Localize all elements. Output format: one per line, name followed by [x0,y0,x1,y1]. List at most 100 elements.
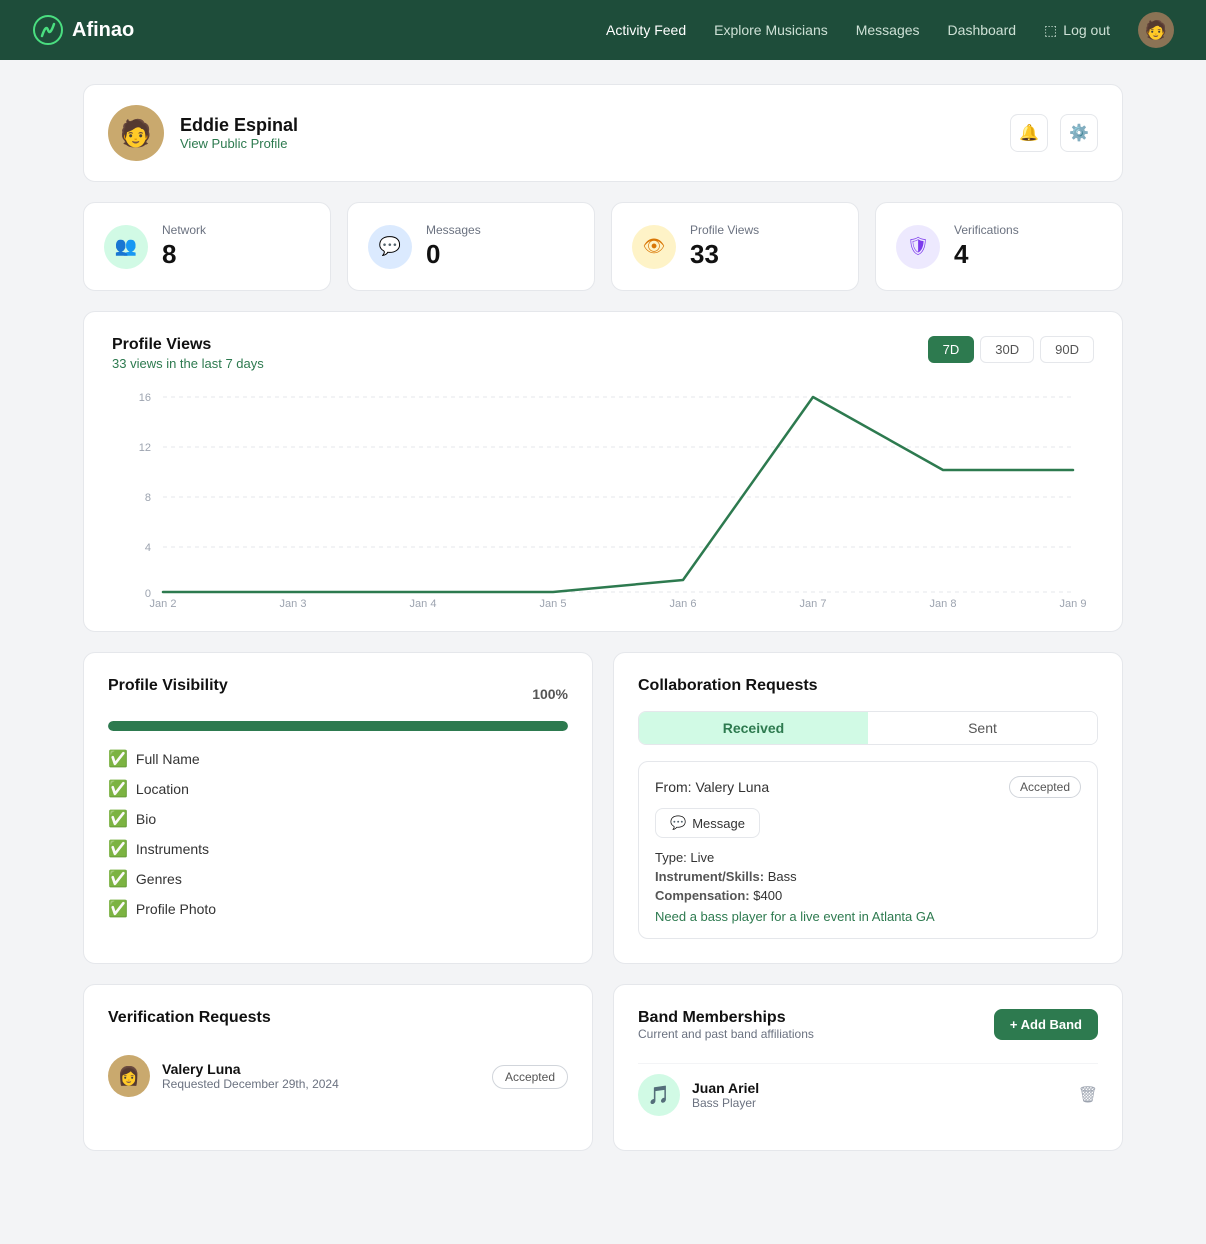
verif-badge-wrap: Accepted [492,1068,568,1084]
nav-dashboard[interactable]: Dashboard [948,22,1017,38]
stat-info-messages: Messages 0 [426,223,481,270]
verifications-icon: 🛡 [896,225,940,269]
nav-messages[interactable]: Messages [856,22,920,38]
band-header: Band Memberships Current and past band a… [638,1009,1098,1057]
svg-text:Jan 7: Jan 7 [800,598,827,607]
profile-views-value: 33 [690,239,759,270]
visibility-item-fullname: ✅ Full Name [108,749,568,769]
collab-instrument-value: Bass [768,869,797,884]
chart-period-buttons: 7D 30D 90D [928,336,1094,363]
location-label: Location [136,781,189,797]
period-90d-button[interactable]: 90D [1040,336,1094,363]
band-icon: 🎵 [638,1074,680,1116]
verif-date: Requested December 29th, 2024 [162,1077,339,1091]
collab-note: Need a bass player for a live event in A… [655,909,1081,924]
network-icon: 👥 [104,225,148,269]
collab-tab-received[interactable]: Received [639,712,868,744]
logo[interactable]: Afinao [32,14,134,46]
profile-actions: 🔔 ⚙️ [1010,114,1098,152]
svg-text:Jan 4: Jan 4 [410,598,437,607]
profile-card: 🧑 Eddie Espinal View Public Profile 🔔 ⚙️ [83,84,1123,182]
network-value: 8 [162,239,206,270]
profile-info: Eddie Espinal View Public Profile [180,115,298,151]
stat-info-verifications: Verifications 4 [954,223,1019,270]
check-icon-bio: ✅ [108,809,128,829]
collab-compensation-value: $400 [753,888,782,903]
message-btn-label: Message [692,816,745,831]
collab-title: Collaboration Requests [638,677,1098,695]
stat-info-network: Network 8 [162,223,206,270]
collab-accepted-badge: Accepted [1009,776,1081,798]
check-icon-location: ✅ [108,779,128,799]
band-role: Bass Player [692,1096,759,1110]
svg-text:Jan 2: Jan 2 [150,598,177,607]
messages-label: Messages [426,223,481,237]
view-public-profile-link[interactable]: View Public Profile [180,136,298,151]
network-label: Network [162,223,206,237]
collab-compensation: Compensation: $400 [655,888,1081,903]
verif-name: Valery Luna [162,1061,339,1077]
profile-visibility-card: Profile Visibility 100% ✅ Full Name ✅ Lo… [83,652,593,964]
stat-grid: 👥 Network 8 💬 Messages 0 👁 Profile Views… [83,202,1123,291]
logout-icon: ⬚ [1044,22,1057,39]
collab-instrument: Instrument/Skills: Bass [655,869,1081,884]
collab-from-name: From: Valery Luna [655,779,769,795]
instruments-label: Instruments [136,841,209,857]
messages-icon: 💬 [368,225,412,269]
messages-value: 0 [426,239,481,270]
check-icon-instruments: ✅ [108,839,128,859]
notification-bell-button[interactable]: 🔔 [1010,114,1048,152]
verification-item: 👩 Valery Luna Requested December 29th, 2… [108,1043,568,1109]
collab-tabs: Received Sent [638,711,1098,745]
fullname-label: Full Name [136,751,200,767]
collab-message-button[interactable]: 💬 Message [655,808,760,838]
verif-accepted-badge: Accepted [492,1065,568,1089]
verification-card: Verification Requests 👩 Valery Luna Requ… [83,984,593,1151]
logout-button[interactable]: ⬚ Log out [1044,22,1110,39]
visibility-progress-fill [108,721,568,731]
navbar: Afinao Activity Feed Explore Musicians M… [0,0,1206,60]
svg-text:Jan 8: Jan 8 [930,598,957,607]
user-avatar[interactable]: 🧑 [1138,12,1174,48]
band-title-group: Band Memberships Current and past band a… [638,1009,814,1057]
collaboration-card: Collaboration Requests Received Sent Fro… [613,652,1123,964]
stat-card-verifications: 🛡 Verifications 4 [875,202,1123,291]
stat-info-profile-views: Profile Views 33 [690,223,759,270]
verifications-value: 4 [954,239,1019,270]
period-30d-button[interactable]: 30D [980,336,1034,363]
band-item: 🎵 Juan Ariel Bass Player 🗑 [638,1063,1098,1126]
collab-tab-sent[interactable]: Sent [868,712,1097,744]
check-icon-fullname: ✅ [108,749,128,769]
band-title: Band Memberships [638,1009,814,1027]
main-content: 🧑 Eddie Espinal View Public Profile 🔔 ⚙️… [63,60,1143,1195]
check-icon-genres: ✅ [108,869,128,889]
nav-explore-musicians[interactable]: Explore Musicians [714,22,828,38]
verifications-label: Verifications [954,223,1019,237]
band-memberships-card: Band Memberships Current and past band a… [613,984,1123,1151]
svg-text:4: 4 [145,542,151,554]
svg-text:Jan 6: Jan 6 [670,598,697,607]
collab-type: Type: Live [655,850,1081,865]
visibility-percentage: 100% [532,686,568,702]
stat-card-network: 👥 Network 8 [83,202,331,291]
collab-item: From: Valery Luna Accepted 💬 Message Typ… [638,761,1098,939]
collab-from: From: Valery Luna Accepted [655,776,1081,798]
settings-button[interactable]: ⚙️ [1060,114,1098,152]
delete-band-button[interactable]: 🗑 [1078,1085,1098,1105]
nav-links: Activity Feed Explore Musicians Messages… [606,12,1174,48]
nav-activity-feed[interactable]: Activity Feed [606,22,686,38]
visibility-title: Profile Visibility [108,677,228,695]
visibility-item-instruments: ✅ Instruments [108,839,568,859]
add-band-button[interactable]: + Add Band [994,1009,1098,1040]
profile-avatar: 🧑 [108,105,164,161]
svg-text:12: 12 [139,442,151,454]
visibility-header: Profile Visibility 100% [108,677,568,711]
genres-label: Genres [136,871,182,887]
verification-title: Verification Requests [108,1009,568,1027]
visibility-progress-bar [108,721,568,731]
svg-text:Jan 5: Jan 5 [540,598,567,607]
collab-details: Type: Live Instrument/Skills: Bass Compe… [655,850,1081,903]
chart-title-group: Profile Views 33 views in the last 7 day… [112,336,264,371]
period-7d-button[interactable]: 7D [928,336,975,363]
chart-container: 16 12 8 4 0 Jan 2 Jan 3 Jan 4 Jan 5 Jan … [112,387,1094,607]
